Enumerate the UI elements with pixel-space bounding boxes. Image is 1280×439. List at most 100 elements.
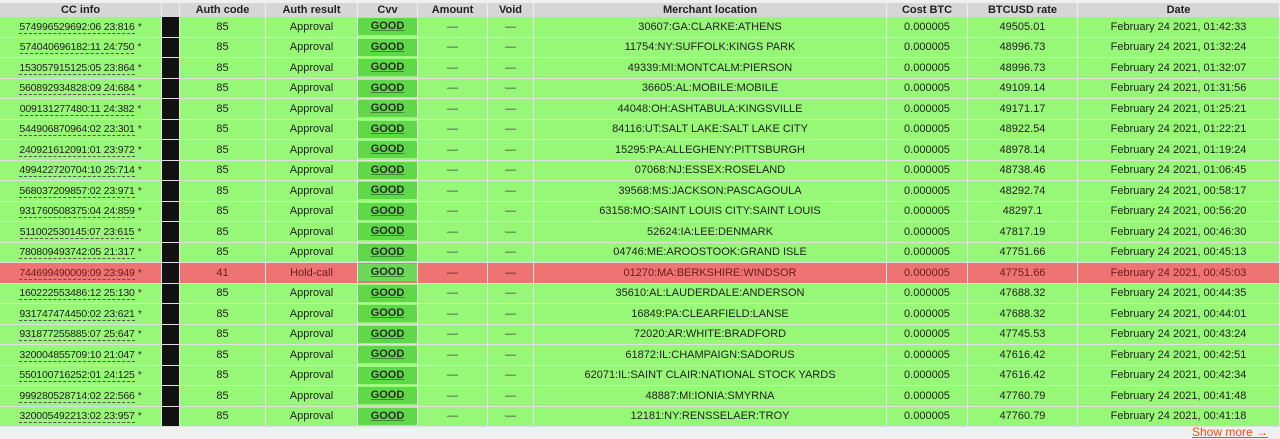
cc-info-cell[interactable]: 499422720704:10 25:714 *	[0, 160, 162, 181]
void-cell: —	[488, 201, 534, 222]
cc-number[interactable]: 544906870964:02 23:301	[19, 123, 135, 137]
cc-info-cell[interactable]: 574996529692:06 23:816 *	[0, 17, 162, 38]
btcusd-rate-cell: 47817.19	[968, 222, 1078, 243]
date-cell: February 24 2021, 00:58:17	[1078, 181, 1280, 202]
cc-info-cell[interactable]: 320005492213:02 23:957 *	[0, 406, 162, 427]
cc-info-cell[interactable]: 544906870964:02 23:301 *	[0, 119, 162, 140]
cc-number[interactable]: 931877255885:07 25:647	[19, 328, 135, 342]
cc-number[interactable]: 160222553486:12 25:130	[19, 287, 135, 301]
cc-info-cell[interactable]: 931760508375:04 24:859 *	[0, 201, 162, 222]
cc-info-cell[interactable]: 320004855709:10 21:047 *	[0, 345, 162, 366]
table-row[interactable]: 999280528714:02 22:566 * 85 Approval GOOD — —4…	[0, 386, 1280, 407]
cc-number[interactable]: 560892934828:09 24:684	[19, 82, 135, 96]
auth-code-cell: 85	[180, 222, 266, 243]
cc-info-cell[interactable]: 560892934828:09 24:684 *	[0, 78, 162, 99]
table-row[interactable]: 931877255885:07 25:647 * 85 Approval GOOD — —7…	[0, 324, 1280, 345]
star-icon: *	[137, 20, 142, 33]
amount-cell: —	[418, 119, 488, 140]
cc-info-cell[interactable]: 550100716252:01 24:125 *	[0, 365, 162, 386]
cc-number[interactable]: 499422720704:10 25:714	[19, 164, 135, 178]
cc-number[interactable]: 574996529692:06 23:816	[19, 20, 135, 34]
table-row[interactable]: 160222553486:12 25:130 * 85 Approval GOOD — —3…	[0, 283, 1280, 304]
cc-info-cell[interactable]: 744699490009:09 23:949 *	[0, 263, 162, 284]
table-row[interactable]: 009131277480:11 24:382 * 85 Approval GOOD — —4…	[0, 99, 1280, 120]
table-row[interactable]: 931760508375:04 24:859 * 85 Approval GOOD — —6…	[0, 201, 1280, 222]
void-cell: —	[488, 181, 534, 202]
header-date[interactable]: Date	[1078, 3, 1280, 17]
cc-number[interactable]: 999280528714:02 22:566	[19, 389, 135, 403]
auth-code-cell: 85	[180, 78, 266, 99]
cvv-status-badge: GOOD	[358, 79, 417, 97]
cc-number[interactable]: 511002530145:07 23:615	[19, 225, 135, 239]
table-row[interactable]: 574040696182:11 24:750 * 85 Approval GOOD — —1…	[0, 37, 1280, 58]
star-icon: *	[137, 328, 142, 341]
header-amount[interactable]: Amount	[418, 3, 488, 17]
cc-info-cell[interactable]: 511002530145:07 23:615 *	[0, 222, 162, 243]
merchant-location-cell: 12181:NY:RENSSELAER:TROY	[534, 406, 887, 427]
void-cell: —	[488, 263, 534, 284]
table-row[interactable]: 499422720704:10 25:714 * 85 Approval GOOD — —0…	[0, 160, 1280, 181]
header-cc-info[interactable]: CC info	[0, 3, 162, 17]
cc-number[interactable]: 153057915125:05 23:864	[19, 61, 135, 75]
header-cvv[interactable]: Cvv	[358, 3, 418, 17]
cc-info-cell[interactable]: 568037209857:02 23:971 *	[0, 181, 162, 202]
cc-info-cell[interactable]: 931877255885:07 25:647 *	[0, 324, 162, 345]
table-row[interactable]: 560892934828:09 24:684 * 85 Approval GOOD — —3…	[0, 78, 1280, 99]
table-row[interactable]: 931747474450:02 23:621 * 85 Approval GOOD — —1…	[0, 304, 1280, 325]
header-merchant-location[interactable]: Merchant location	[534, 3, 887, 17]
cc-info-cell[interactable]: 153057915125:05 23:864 *	[0, 58, 162, 79]
cc-number[interactable]: 574040696182:11 24:750	[19, 41, 135, 55]
cc-info-cell[interactable]: 160222553486:12 25:130 *	[0, 283, 162, 304]
cc-info-cell[interactable]: 999280528714:02 22:566 *	[0, 386, 162, 407]
date-cell: February 24 2021, 01:06:45	[1078, 160, 1280, 181]
table-row[interactable]: 574996529692:06 23:816 * 85 Approval GOOD — —3…	[0, 17, 1280, 38]
merchant-location-cell: 72020:AR:WHITE:BRADFORD	[534, 324, 887, 345]
cost-btc-cell: 0.000005	[887, 78, 968, 99]
date-cell: February 24 2021, 00:41:18	[1078, 406, 1280, 427]
cc-info-cell[interactable]: 574040696182:11 24:750 *	[0, 37, 162, 58]
table-row[interactable]: 240921612091:01 23:972 * 85 Approval GOOD — —1…	[0, 140, 1280, 161]
table-row[interactable]: 780809493742:05 21:317 * 85 Approval GOOD — —0…	[0, 242, 1280, 263]
cc-number[interactable]: 550100716252:01 24:125	[19, 369, 135, 383]
auth-result-cell: Approval	[266, 99, 358, 120]
cvv-status-badge: GOOD	[358, 100, 417, 118]
cc-info-cell[interactable]: 931747474450:02 23:621 *	[0, 304, 162, 325]
auth-code-cell: 85	[180, 386, 266, 407]
card-swatch	[162, 160, 180, 181]
void-cell: —	[488, 345, 534, 366]
cc-number[interactable]: 568037209857:02 23:971	[19, 184, 135, 198]
cc-info-cell[interactable]: 240921612091:01 23:972 *	[0, 140, 162, 161]
cc-number[interactable]: 240921612091:01 23:972	[19, 143, 135, 157]
header-cost-btc[interactable]: Cost BTC	[887, 3, 968, 17]
header-auth-code[interactable]: Auth code	[180, 3, 266, 17]
btcusd-rate-cell: 49505.01	[968, 17, 1078, 38]
cc-number[interactable]: 320005492213:02 23:957	[19, 410, 135, 424]
auth-code-cell: 85	[180, 406, 266, 427]
auth-code-cell: 85	[180, 242, 266, 263]
merchant-location-cell: 16849:PA:CLEARFIELD:LANSE	[534, 304, 887, 325]
cvv-status-badge: GOOD	[358, 18, 417, 36]
table-row[interactable]: 320004855709:10 21:047 * 85 Approval GOOD — —6…	[0, 345, 1280, 366]
header-void[interactable]: Void	[488, 3, 534, 17]
table-row[interactable]: 320005492213:02 23:957 * 85 Approval GOOD — —1…	[0, 406, 1280, 427]
void-cell: —	[488, 58, 534, 79]
header-btcusd-rate[interactable]: BTCUSD rate	[968, 3, 1078, 17]
cc-number[interactable]: 931760508375:04 24:859	[19, 205, 135, 219]
header-auth-result[interactable]: Auth result	[266, 3, 358, 17]
cc-number[interactable]: 320004855709:10 21:047	[19, 348, 135, 362]
star-icon: *	[137, 61, 142, 74]
table-row[interactable]: 153057915125:05 23:864 * 85 Approval GOOD — —4…	[0, 58, 1280, 79]
cc-number[interactable]: 009131277480:11 24:382	[19, 102, 135, 116]
cc-number[interactable]: 780809493742:05 21:317	[19, 246, 135, 260]
table-row[interactable]: 544906870964:02 23:301 * 85 Approval GOOD — —8…	[0, 119, 1280, 140]
show-more-link[interactable]: Show more →	[1192, 425, 1268, 439]
table-row[interactable]: 744699490009:09 23:949 * 41 Hold-call GOOD — —…	[0, 263, 1280, 284]
cc-number[interactable]: 744699490009:09 23:949	[19, 266, 135, 280]
merchant-location-cell: 44048:OH:ASHTABULA:KINGSVILLE	[534, 99, 887, 120]
table-row[interactable]: 550100716252:01 24:125 * 85 Approval GOOD — —6…	[0, 365, 1280, 386]
cc-number[interactable]: 931747474450:02 23:621	[19, 307, 135, 321]
cc-info-cell[interactable]: 009131277480:11 24:382 *	[0, 99, 162, 120]
table-row[interactable]: 511002530145:07 23:615 * 85 Approval GOOD — —5…	[0, 222, 1280, 243]
cc-info-cell[interactable]: 780809493742:05 21:317 *	[0, 242, 162, 263]
table-row[interactable]: 568037209857:02 23:971 * 85 Approval GOOD — —3…	[0, 181, 1280, 202]
